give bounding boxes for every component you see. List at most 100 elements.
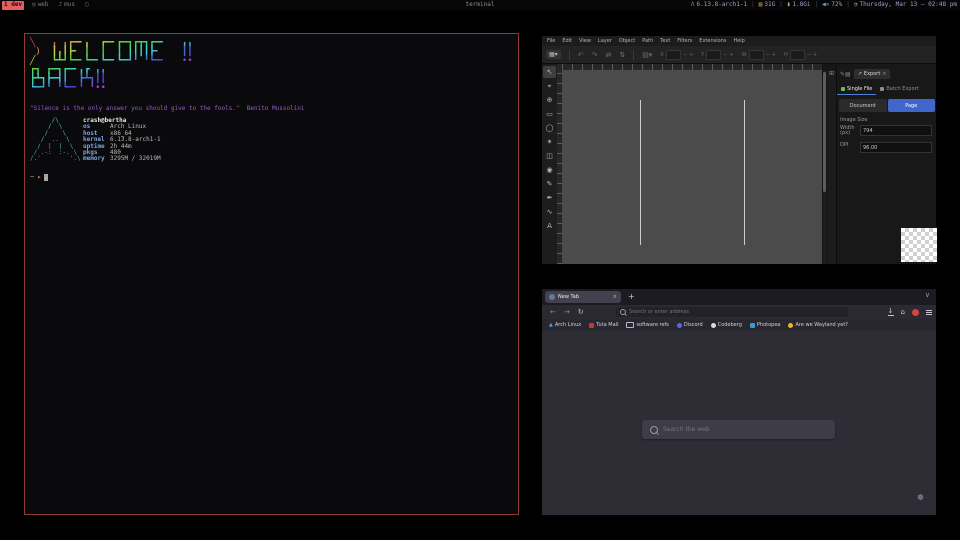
spiral-tool[interactable]: ◉ (543, 164, 556, 176)
inkscape-canvas[interactable] (562, 70, 822, 264)
menu-edit[interactable]: Edit (562, 38, 572, 44)
field-label: Y (701, 52, 704, 58)
kernel-value: 6.13.8-arch1-1 (697, 0, 748, 10)
prompt-symbol: ▸ (37, 173, 41, 181)
list-tabs-chevron-icon[interactable]: ∨ (925, 291, 930, 299)
zoom-tool[interactable]: ⊕ (543, 94, 556, 106)
tab-close-icon[interactable]: × (613, 294, 617, 300)
menu-file[interactable]: File (547, 38, 555, 44)
bookmark-codeberg[interactable]: Codeberg (711, 322, 742, 328)
rotate-ccw-icon[interactable]: ↶ (578, 51, 584, 59)
stepper-plus[interactable]: + (689, 52, 693, 58)
selector-tool[interactable]: ↖ (543, 66, 556, 78)
browser-window[interactable]: New Tab × + ∨ ← → ↻ ↓ ⌂ ▲Arch Linux Tuta … (542, 289, 936, 515)
star-tool[interactable]: ✶ (543, 136, 556, 148)
forward-icon[interactable]: → (564, 308, 570, 316)
arch-icon: Λ (691, 0, 695, 10)
page-button[interactable]: Page (888, 99, 936, 112)
stepper-minus[interactable]: − (723, 52, 727, 58)
desktop: 1 dev◎web♪mus▢ terminal Λ6.13.8-arch1-1|… (0, 0, 960, 540)
status-bar: 1 dev◎web♪mus▢ terminal Λ6.13.8-arch1-1|… (0, 0, 960, 10)
dpi-label: DPI (840, 143, 858, 148)
bookmark-software-refs[interactable]: software refs (626, 322, 668, 328)
flip-horizontal-icon[interactable]: ⇄ (605, 51, 611, 59)
web-search-input[interactable] (663, 426, 827, 433)
layers-icon[interactable]: ▤ (845, 71, 851, 78)
pen-tool[interactable]: ✒ (543, 192, 556, 204)
align-icon[interactable]: ▤▾ (642, 51, 652, 59)
box3d-tool[interactable]: ◫ (543, 150, 556, 162)
dpi-input[interactable] (860, 142, 932, 153)
tab-single-file[interactable]: Single File (837, 84, 876, 95)
bookmark-tuta-mail[interactable]: Tuta Mail (589, 322, 618, 328)
bookmark-are-we-wayland-yet-[interactable]: Are we Wayland yet? (788, 322, 847, 328)
disk-status: ▤31G (759, 0, 775, 10)
rectangle-tool[interactable]: ▭ (543, 108, 556, 120)
node-tool[interactable]: ⌖ (543, 80, 556, 92)
web-search-box[interactable] (642, 420, 835, 439)
stepper-minus[interactable]: − (766, 52, 770, 58)
tab-label: Single File (847, 86, 872, 92)
home-icon[interactable]: ⌂ (901, 308, 905, 316)
bookmark-discord[interactable]: Discord (677, 322, 703, 328)
tab-icon (841, 87, 845, 91)
flip-vertical-icon[interactable]: ⇅ (619, 51, 625, 59)
download-icon[interactable]: ↓ (888, 308, 894, 316)
field-input[interactable] (706, 50, 721, 60)
reload-icon[interactable]: ↻ (578, 308, 584, 316)
tab-label: Batch Export (886, 86, 918, 92)
ellipse-tool[interactable]: ◯ (543, 122, 556, 134)
new-tab-button[interactable]: + (628, 292, 635, 302)
scrollbar-thumb[interactable] (823, 72, 826, 192)
bookmark-photopea[interactable]: Photopea (750, 322, 781, 328)
stepper-minus[interactable]: − (683, 52, 687, 58)
stepper-plus[interactable]: + (729, 52, 733, 58)
selector-mode-icon[interactable]: ▦▾ (546, 50, 561, 59)
codeberg-icon (711, 323, 716, 328)
tab-title: New Tab (558, 294, 610, 300)
menu-extensions[interactable]: Extensions (699, 38, 726, 44)
stepper-minus[interactable]: − (807, 52, 811, 58)
menu-path[interactable]: Path (642, 38, 653, 44)
volume-icon: ◀» (822, 0, 829, 10)
url-bar[interactable] (616, 307, 848, 317)
canvas-vertical-scrollbar[interactable] (823, 70, 826, 264)
shell-prompt[interactable]: ~ ▸ (30, 173, 48, 181)
bookmark-arch-linux[interactable]: ▲Arch Linux (549, 322, 581, 328)
gear-icon[interactable]: ☸ (917, 493, 924, 502)
field-h: H−+ (784, 50, 817, 60)
close-icon[interactable]: × (882, 71, 886, 77)
field-input[interactable] (666, 50, 681, 60)
text-tool[interactable]: A (543, 220, 556, 232)
wayland-icon (788, 323, 793, 328)
menu-layer[interactable]: Layer (598, 38, 612, 44)
menu-help[interactable]: Help (733, 38, 744, 44)
menu-view[interactable]: View (579, 38, 591, 44)
field-input[interactable] (790, 50, 805, 60)
menu-filters[interactable]: Filters (677, 38, 692, 44)
rotate-cw-icon[interactable]: ↷ (592, 51, 598, 59)
bookmarks-bar: ▲Arch Linux Tuta Mail software refs Discord… (542, 319, 936, 331)
menu-object[interactable]: Object (619, 38, 635, 44)
hamburger-menu-icon[interactable] (926, 312, 932, 313)
ublock-extension-icon[interactable] (912, 309, 919, 316)
snap-icon[interactable]: ⊞ (829, 70, 834, 77)
back-icon[interactable]: ← (550, 308, 556, 316)
stepper-plus[interactable]: + (772, 52, 776, 58)
document-button[interactable]: Document (839, 99, 887, 112)
export-scope-row: DocumentPage (839, 99, 935, 112)
export-panel-tab[interactable]: ↗ Export × (854, 69, 891, 79)
width-label: Width (px) (840, 126, 858, 136)
pencil-tool[interactable]: ✎ (543, 178, 556, 190)
bookmark-label: Arch Linux (555, 322, 581, 328)
calligraphy-tool[interactable]: ∿ (543, 206, 556, 218)
field-input[interactable] (749, 50, 764, 60)
tab-new-tab[interactable]: New Tab × (545, 291, 621, 303)
menu-text[interactable]: Text (660, 38, 670, 44)
inkscape-window[interactable]: File Edit View Layer Object Path Text Filters Ex… (542, 36, 936, 264)
url-input[interactable] (629, 309, 844, 315)
width-input[interactable] (860, 125, 932, 136)
tab-batch-export[interactable]: Batch Export (876, 84, 922, 94)
terminal-window[interactable]: ╲ ╻ ╻┏━╸╻ ┏━╸┏━┓┏┳┓┏━╸ ╻╻ ) ┃╻┃┣╸ ┃ ┃ ┃ … (24, 33, 519, 515)
stepper-plus[interactable]: + (813, 52, 817, 58)
